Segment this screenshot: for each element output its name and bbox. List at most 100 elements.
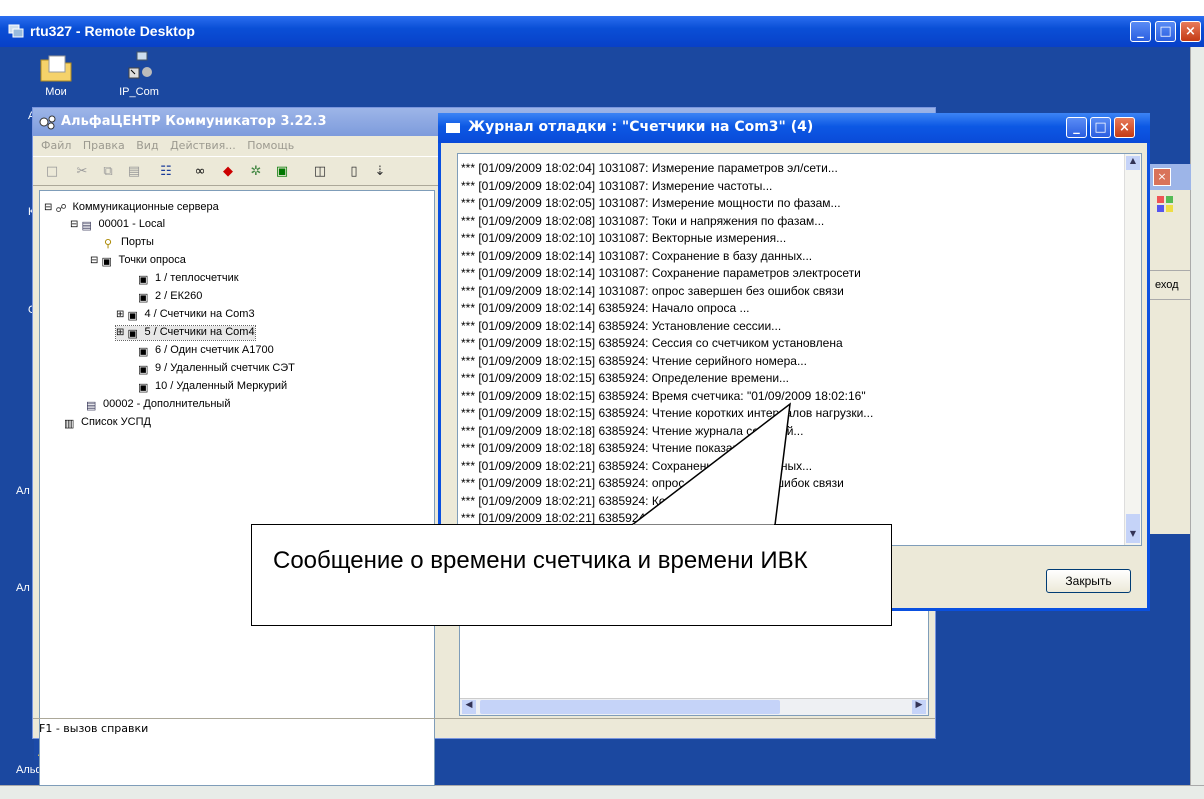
tree-node-point-5[interactable]: ⊞ ▣ 5 / Счетчики на Com4 — [115, 325, 256, 341]
tree-node-point-4[interactable]: ⊞ ▣ 4 / Счетчики на Com3 — [116, 308, 255, 322]
log-line: *** [01/09/2009 18:02:21] 6385924: Сохра… — [461, 458, 813, 473]
remote-desktop-titlebar[interactable]: rtu327 - Remote Desktop _ □ × — [0, 16, 1204, 47]
log-line: *** [01/09/2009 18:02:15] 6385924: Время… — [461, 388, 866, 403]
tree-node-additional[interactable]: ▤ 00002 - Дополнительный — [86, 398, 230, 412]
log-line: *** [01/09/2009 18:02:14] 6385924: Начал… — [461, 301, 750, 315]
menu-file[interactable]: Файл — [41, 139, 71, 152]
vertical-scrollbar[interactable] — [1190, 47, 1204, 785]
desktop-icon-my-documents[interactable]: Мои — [36, 52, 76, 98]
window-icon — [446, 123, 460, 133]
chart-icon[interactable]: ◫ — [311, 163, 329, 181]
meter-icon: ▣ — [138, 382, 149, 394]
tree-node-poll-points[interactable]: ⊟ ▣ Точки опроса — [90, 254, 186, 268]
tree-node-label: 00002 - Дополнительный — [103, 398, 231, 410]
scroll-thumb[interactable] — [480, 700, 780, 714]
log-line: *** [01/09/2009 18:02:14] 6385924: Устан… — [461, 318, 782, 333]
scroll-down-icon[interactable]: ▼ — [1126, 529, 1140, 543]
close-icon[interactable]: × — [1153, 168, 1171, 186]
close-button[interactable]: × — [1114, 117, 1135, 138]
tree-node-point-2[interactable]: ▣ 2 / ЕК260 — [138, 290, 202, 304]
menu-help[interactable]: Помощь — [247, 139, 294, 152]
log-vertical-scrollbar[interactable]: ▲ ▼ — [1124, 154, 1141, 545]
menu-view[interactable]: Вид — [136, 139, 158, 152]
meter-icon: ▣ — [127, 328, 138, 340]
tree-node-point-1[interactable]: ▣ 1 / теплосчетчик — [138, 272, 239, 286]
maximize-button[interactable]: □ — [1090, 117, 1111, 138]
tool-icon[interactable]: ⇣ — [371, 163, 389, 181]
window-title: Журнал отладки : "Счетчики на Com3" (4) — [468, 119, 814, 135]
log-lines: *** [01/09/2009 18:02:04] 1031087: Измер… — [461, 160, 873, 528]
status-text: F1 - вызов справки — [39, 722, 149, 735]
background-window-fragment: × еход — [1148, 164, 1191, 534]
cut-icon[interactable]: ✂ — [73, 163, 91, 181]
binoculars-icon[interactable]: ∞ — [191, 163, 209, 181]
scroll-up-icon[interactable]: ▲ — [1126, 156, 1140, 170]
log-list[interactable]: *** [01/09/2009 18:02:04] 1031087: Измер… — [457, 153, 1142, 546]
tree-node-ports[interactable]: ⚲ Порты — [104, 236, 154, 250]
meter-icon: ▣ — [138, 274, 149, 286]
tree-node-point-9[interactable]: ▣ 9 / Удаленный счетчик СЭТ — [138, 362, 295, 376]
tree-icon[interactable]: ☷ — [157, 163, 175, 181]
maximize-button[interactable]: □ — [1155, 21, 1176, 42]
list-icon: ▥ — [64, 418, 75, 430]
log-line: *** [01/09/2009 18:02:04] 1031087: Измер… — [461, 161, 838, 175]
tree-node-label: 1 / теплосчетчик — [155, 272, 239, 284]
gears-icon[interactable]: ✲ — [247, 163, 265, 181]
log-line: *** [01/09/2009 18:02:18] 6385924: Чтени… — [461, 441, 763, 455]
menu-actions[interactable]: Действия... — [170, 139, 236, 152]
log-line: *** [01/09/2009 18:02:15] 6385924: Чтени… — [461, 353, 807, 368]
tree-node-label: 00001 - Local — [98, 218, 166, 230]
tree-node-label: 2 / ЕК260 — [155, 290, 203, 302]
diamond-icon[interactable]: ◆ — [219, 163, 237, 181]
my-documents-icon — [40, 55, 72, 82]
log-line: *** [01/09/2009 18:02:15] 6385924: Чтени… — [461, 406, 874, 420]
document-top-margin — [0, 0, 1204, 16]
minimize-button[interactable]: _ — [1130, 21, 1151, 42]
new-icon[interactable]: □ — [43, 163, 61, 181]
device-icon[interactable]: ▯ — [345, 163, 363, 181]
network-icon — [39, 115, 56, 130]
close-button[interactable]: × — [1180, 21, 1201, 42]
meter-icon: ▣ — [138, 346, 149, 358]
log-line: *** [01/09/2009 18:02:05] 1031087: Измер… — [461, 196, 841, 210]
right-pane-horizontal-scrollbar[interactable]: ◀ ▶ — [460, 698, 928, 715]
window-title: АльфаЦЕНТР Коммуникатор 3.22.3 — [61, 114, 327, 129]
menu-edit[interactable]: Правка — [83, 139, 125, 152]
tree-node-label: 9 / Удаленный счетчик СЭТ — [155, 362, 295, 374]
debug-log-titlebar[interactable]: Журнал отладки : "Счетчики на Com3" (4) … — [438, 113, 1150, 143]
horizontal-scrollbar[interactable] — [0, 785, 1204, 799]
scroll-left-icon[interactable]: ◀ — [462, 700, 476, 714]
tree-view[interactable]: ⊟ ☍ Коммуникационные сервера ⊟ ▤ 00001 - L… — [39, 190, 435, 786]
partial-label: еход — [1155, 279, 1179, 291]
tree-node-point-6[interactable]: ▣ 6 / Один счетчик А1700 — [138, 344, 274, 358]
tree-node-label: Точки опроса — [118, 254, 186, 266]
computer-icon: ▤ — [81, 220, 92, 232]
tree-node-label: Коммуникационные сервера — [72, 201, 219, 213]
log-line: *** [01/09/2009 18:02:14] 1031087: Сохра… — [461, 248, 813, 263]
tree-node-point-10[interactable]: ▣ 10 / Удаленный Меркурий — [138, 380, 287, 394]
tree-node-label: 10 / Удаленный Меркурий — [155, 380, 288, 392]
desktop-icon-label: IP_Com — [119, 86, 159, 98]
tree-node-local[interactable]: ⊟ ▤ 00001 - Local — [70, 218, 165, 232]
paste-icon[interactable]: ▤ — [125, 163, 143, 181]
meter-icon: ▣ — [138, 364, 149, 376]
computer-icon: ▤ — [86, 400, 97, 412]
log-line: *** [01/09/2009 18:02:15] 6385924: Опред… — [461, 371, 790, 385]
scroll-right-icon[interactable]: ▶ — [912, 700, 926, 714]
close-log-button[interactable]: Закрыть — [1046, 569, 1131, 593]
log-line: *** [01/09/2009 18:02:14] 1031087: Сохра… — [461, 266, 861, 280]
log-line: *** [01/09/2009 18:02:08] 1031087: Токи … — [461, 213, 825, 228]
log-line: *** [01/09/2009 18:02:04] 1031087: Измер… — [461, 178, 773, 193]
copy-icon[interactable]: ⧉ — [99, 163, 117, 181]
monitor-icon[interactable]: ▣ — [273, 163, 291, 181]
remote-desktop-icon — [8, 24, 24, 38]
callout-text: Сообщение о времени счетчика и времени И… — [273, 547, 808, 574]
meter-icon: ▣ — [127, 310, 138, 322]
meter-icon: ▣ — [138, 292, 149, 304]
tree-node-servers[interactable]: ⊟ ☍ Коммуникационные сервера — [44, 201, 219, 215]
minimize-button[interactable]: _ — [1066, 117, 1087, 138]
annotation-callout: Сообщение о времени счетчика и времени И… — [251, 524, 892, 626]
desktop-icon-ip-com[interactable]: IP_Com — [116, 50, 162, 98]
tree-node-uspd-list[interactable]: ▥ Список УСПД — [64, 416, 151, 430]
scroll-thumb[interactable] — [1126, 514, 1140, 530]
